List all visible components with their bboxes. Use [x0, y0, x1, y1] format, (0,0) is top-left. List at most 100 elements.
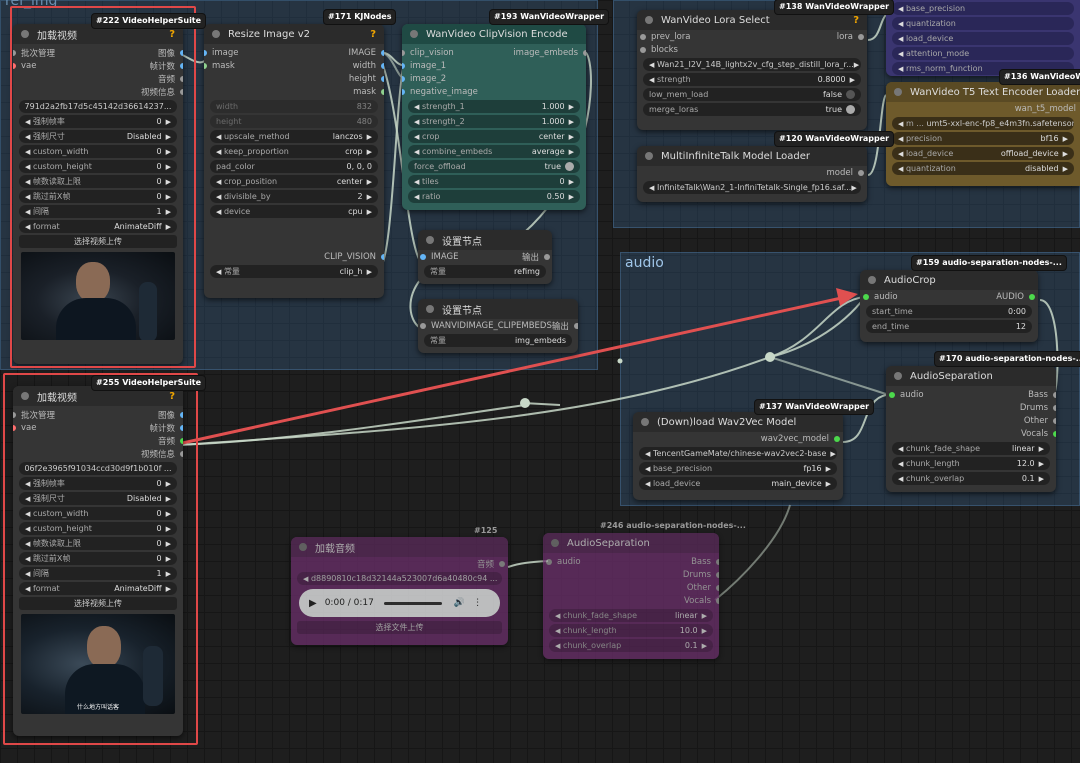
- output-image[interactable]: IMAGE: [349, 48, 376, 58]
- widget-upscale-method[interactable]: ◀ upscale_method lanczos ▶: [210, 130, 378, 143]
- widget-load-device[interactable]: ◀ load_device offload_device ▶: [892, 147, 1074, 160]
- output-t5-model[interactable]: wan_t5_model: [1015, 104, 1076, 114]
- input-negative-image[interactable]: negative_image: [410, 87, 478, 97]
- collapse-dot[interactable]: [551, 539, 559, 547]
- widget-base-precision[interactable]: ◀ base_precision fp16 ▶: [639, 462, 837, 475]
- widget-chunk-overlap[interactable]: ◀ chunk_overlap 0.1 ▶: [549, 639, 713, 652]
- widget-quantization[interactable]: ◀ quantization: [892, 17, 1074, 30]
- model-file-select[interactable]: ◀ InfiniteTalk\Wan2_1-InfiniTetalk-Singl…: [643, 181, 861, 194]
- collapse-dot[interactable]: [868, 276, 876, 284]
- node-audio-separation-246[interactable]: AudioSeparation audio Bass Drums Other V…: [543, 533, 719, 659]
- input-clip-vision[interactable]: clip_vision: [410, 48, 454, 58]
- widget-crop[interactable]: ◀ crop center ▶: [408, 130, 580, 143]
- output-vocals[interactable]: Vocals: [684, 596, 711, 606]
- widget-constant-clip[interactable]: ◀ 常量 clip_h ▶: [210, 265, 378, 278]
- output-mask[interactable]: mask: [353, 87, 376, 97]
- widget-divisible-by[interactable]: ◀ divisible_by 2 ▶: [210, 190, 378, 203]
- widget-strength-1[interactable]: ◀ strength_1 1.000 ▶: [408, 100, 580, 113]
- widget-tiles[interactable]: ◀ tiles 0 ▶: [408, 175, 580, 188]
- node-set-refimg[interactable]: 设置节点 IMAGE 输出 常量 refimg: [418, 230, 552, 284]
- widget-chunk-length[interactable]: ◀ chunk_length 10.0 ▶: [549, 624, 713, 637]
- widget-precision[interactable]: ◀ precision bf16 ▶: [892, 132, 1074, 145]
- widget-strength[interactable]: ◀ strength 0.8000 ▶: [643, 73, 861, 86]
- input-audio[interactable]: audio: [874, 292, 898, 302]
- output-image-embeds[interactable]: image_embeds: [513, 48, 578, 58]
- widget-chunk-length[interactable]: ◀ chunk_length 12.0 ▶: [892, 457, 1050, 470]
- output[interactable]: 输出: [552, 320, 569, 332]
- input-mask[interactable]: mask: [212, 61, 235, 71]
- node-set-img-embeds[interactable]: 设置节点 WANVIDIMAGE_CLIPEMBEDS 输出 常量 img_embe…: [418, 299, 578, 353]
- widget-pad-color[interactable]: pad_color 0, 0, 0: [210, 160, 378, 173]
- collapse-dot[interactable]: [426, 236, 434, 244]
- node-model-loader-partial[interactable]: ◀ base_precision ◀ quantization ◀ load_d…: [886, 0, 1080, 76]
- toggle-force-offload[interactable]: force_offload true: [408, 160, 580, 173]
- widget-chunk-overlap[interactable]: ◀ chunk_overlap 0.1 ▶: [892, 472, 1050, 485]
- input-image-1[interactable]: image_1: [410, 61, 446, 71]
- audio-progress[interactable]: [383, 601, 442, 605]
- input-blocks[interactable]: blocks: [651, 45, 678, 55]
- collapse-dot[interactable]: [645, 16, 653, 24]
- widget-crop-position[interactable]: ◀ crop_position center ▶: [210, 175, 378, 188]
- toggle-knob[interactable]: [846, 105, 855, 114]
- toggle-low-mem-load[interactable]: low_mem_load false: [643, 88, 861, 101]
- input-audio[interactable]: audio: [557, 557, 581, 567]
- upload-audio-button[interactable]: 选择文件上传: [297, 621, 502, 634]
- output-drums[interactable]: Drums: [683, 570, 711, 580]
- output-height[interactable]: height: [349, 74, 376, 84]
- widget-load-device[interactable]: ◀ load_device: [892, 32, 1074, 45]
- widget-attention-mode[interactable]: ◀ attention_mode: [892, 47, 1074, 60]
- collapse-dot[interactable]: [426, 305, 434, 313]
- widget-start-time[interactable]: start_time 0:00: [866, 305, 1032, 318]
- node-infinitetalk-loader-120[interactable]: MultiInfiniteTalk Model Loader model ◀ I…: [637, 146, 867, 202]
- widget-combine-embeds[interactable]: ◀ combine_embeds average ▶: [408, 145, 580, 158]
- widget-strength-2[interactable]: ◀ strength_2 1.000 ▶: [408, 115, 580, 128]
- input-image[interactable]: IMAGE: [431, 252, 458, 262]
- widget-height[interactable]: height 480: [210, 115, 378, 128]
- collapse-dot[interactable]: [212, 30, 220, 38]
- node-clipvision-encode-193[interactable]: WanVideo ClipVision Encode clip_vision i…: [402, 24, 586, 210]
- node-t5-loader-136[interactable]: WanVideo T5 Text Encoder Loader wan_t5_m…: [886, 82, 1080, 186]
- output-drums[interactable]: Drums: [1020, 403, 1048, 413]
- lora-file-select[interactable]: ◀ Wan21_I2V_14B_lightx2v_cfg_step_distil…: [643, 58, 861, 71]
- output-audio[interactable]: AUDIO: [996, 292, 1024, 302]
- node-resize-image-171[interactable]: Resize Image v2? image mask IMAGE width …: [204, 24, 384, 298]
- widget-width[interactable]: width 832: [210, 100, 378, 113]
- node-audio-separation-170[interactable]: AudioSeparation audio Bass Drums Other V…: [886, 366, 1056, 492]
- node-lora-select-138[interactable]: WanVideo Lora Select? prev_lora lora bloc…: [637, 10, 867, 130]
- input-audio[interactable]: audio: [900, 390, 924, 400]
- widget-quantization[interactable]: ◀ quantization disabled ▶: [892, 162, 1074, 175]
- help-icon[interactable]: ?: [370, 29, 376, 40]
- node-wav2vec-loader-137[interactable]: (Down)load Wav2Vec Model wav2vec_model ◀…: [633, 412, 843, 500]
- node-audio-crop-159[interactable]: AudioCrop audio AUDIO start_time 0:00 end_…: [860, 270, 1038, 342]
- collapse-dot[interactable]: [299, 543, 307, 551]
- toggle-merge-loras[interactable]: merge_loras true: [643, 103, 861, 116]
- widget-device[interactable]: ◀ device cpu ▶: [210, 205, 378, 218]
- output-bass[interactable]: Bass: [691, 557, 711, 567]
- output[interactable]: 输出: [522, 251, 539, 263]
- input-image-2[interactable]: image_2: [410, 74, 446, 84]
- widget-end-time[interactable]: end_time 12: [866, 320, 1032, 333]
- output-width[interactable]: width: [353, 61, 376, 71]
- audio-player[interactable]: ▶ 0:00 / 0:17 🔊 ⋮: [299, 589, 500, 617]
- widget-constant-img-embeds[interactable]: 常量 img_embeds: [424, 334, 572, 347]
- widget-ratio[interactable]: ◀ ratio 0.50 ▶: [408, 190, 580, 203]
- output-other[interactable]: Other: [687, 583, 711, 593]
- toggle-knob[interactable]: [846, 90, 855, 99]
- help-icon[interactable]: ?: [853, 15, 859, 26]
- output-vocals[interactable]: Vocals: [1021, 429, 1048, 439]
- collapse-dot[interactable]: [894, 88, 902, 96]
- widget-load-device[interactable]: ◀ load_device main_device ▶: [639, 477, 837, 490]
- output-other[interactable]: Other: [1024, 416, 1048, 426]
- output-bass[interactable]: Bass: [1028, 390, 1048, 400]
- collapse-dot[interactable]: [410, 30, 418, 38]
- widget-keep-proportion[interactable]: ◀ keep_proportion crop ▶: [210, 145, 378, 158]
- widget-base-precision[interactable]: ◀ base_precision: [892, 2, 1074, 15]
- collapse-dot[interactable]: [894, 372, 902, 380]
- output-clip-vision[interactable]: CLIP_VISION: [324, 252, 376, 262]
- input-prev-lora[interactable]: prev_lora: [651, 32, 690, 42]
- toggle-knob[interactable]: [565, 162, 574, 171]
- collapse-dot[interactable]: [645, 152, 653, 160]
- play-icon[interactable]: ▶: [309, 598, 317, 609]
- output-wav2vec-model[interactable]: wav2vec_model: [761, 434, 829, 444]
- audio-file-select[interactable]: ◀ d8890810c18d32144a523007d6a40480c94 ..…: [297, 572, 502, 585]
